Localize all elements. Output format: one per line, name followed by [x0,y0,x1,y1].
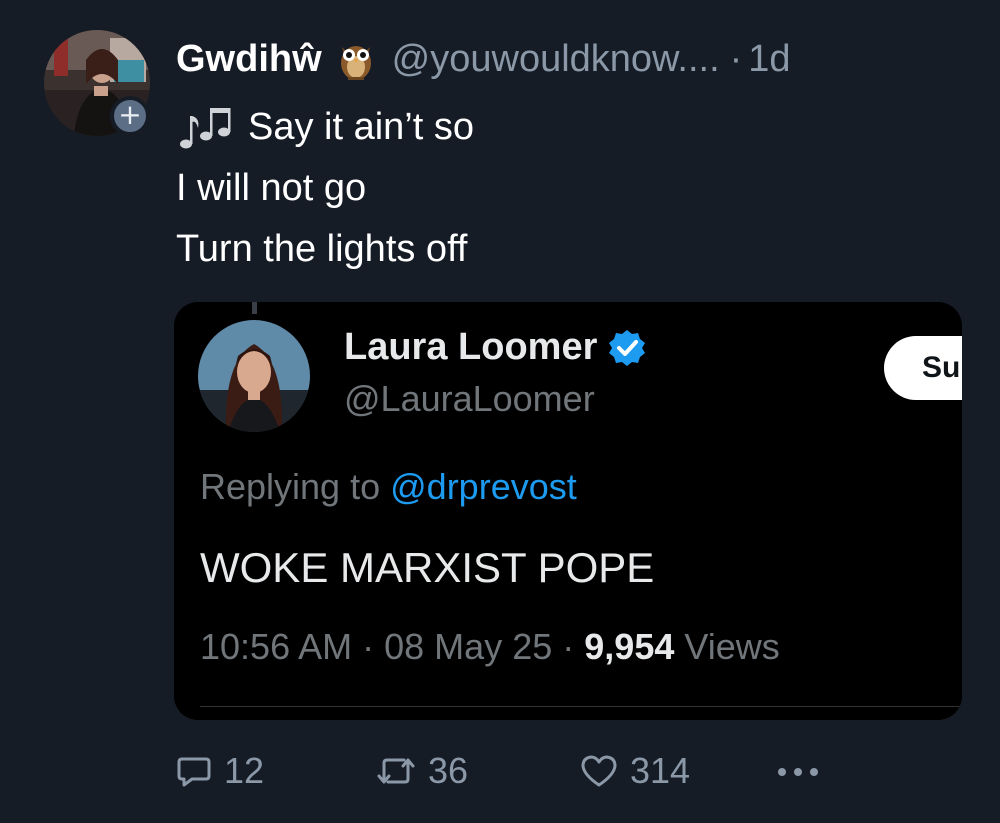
meta-separator: · [362,626,375,667]
musical-notes-icon [180,107,231,148]
repost-count: 36 [428,750,469,791]
quoted-date: 08 May 25 [384,626,553,667]
meta-separator: · [562,626,575,667]
tweet-actions: 12 36 314 [174,748,874,794]
quoted-time: 10:56 AM [200,626,353,667]
owl-icon [340,46,371,80]
tweet-line: Say it ain’t so [176,97,474,158]
quoted-display-name: Laura Loomer [344,326,598,368]
subscribe-button: Su [884,336,962,400]
author-avatar[interactable]: + [44,30,150,136]
tweet-timestamp[interactable]: 1d [748,38,790,81]
tweet-text: Say it ain’t so I will not go Turn the l… [176,97,474,280]
tweet-line-3: Turn the lights off [176,228,468,270]
quoted-media-card[interactable]: Laura Loomer @LauraLoomer Su Replying to… [174,302,962,720]
like-count: 314 [630,750,691,791]
tweet-line: I will not go [176,158,474,219]
replying-mention: @drprevost [390,466,577,507]
like-button[interactable]: 314 [578,748,690,794]
follow-plus-button[interactable]: + [110,96,150,136]
quoted-tweet-meta: 10:56 AM · 08 May 25 · 9,954 Views [200,626,780,668]
reply-icon [177,757,211,787]
author-handle[interactable]: @youwouldknow.... [392,38,720,81]
tweet-line: Turn the lights off [176,219,474,280]
views-count: 9,954 [584,626,675,667]
reply-button[interactable]: 12 [174,748,264,794]
replying-to: Replying to @drprevost [200,466,577,508]
more-options-icon[interactable] [776,766,820,778]
card-divider [200,706,962,707]
heart-icon [581,755,617,787]
verified-badge-icon [609,329,646,366]
header-separator: · [729,37,743,80]
replying-prefix: Replying to [200,466,381,507]
author-display-name[interactable]: Gwdihŵ [176,38,322,81]
tweet-line-2: I will not go [176,167,367,209]
quoted-handle: @LauraLoomer [344,378,595,419]
repost-button[interactable]: 36 [374,748,468,794]
reply-count: 12 [224,750,265,791]
views-label: Views [684,626,780,667]
quoted-tweet-body: WOKE MARXIST POPE [200,544,655,591]
quoted-author-avatar [198,320,310,432]
tweet-line-1: Say it ain’t so [248,106,474,148]
tweet-header: Gwdihŵ @youwouldknow.... · 1d [176,34,791,84]
card-edge-mark [252,302,257,314]
quoted-name-row: Laura Loomer [344,326,647,369]
repost-icon [377,758,415,784]
